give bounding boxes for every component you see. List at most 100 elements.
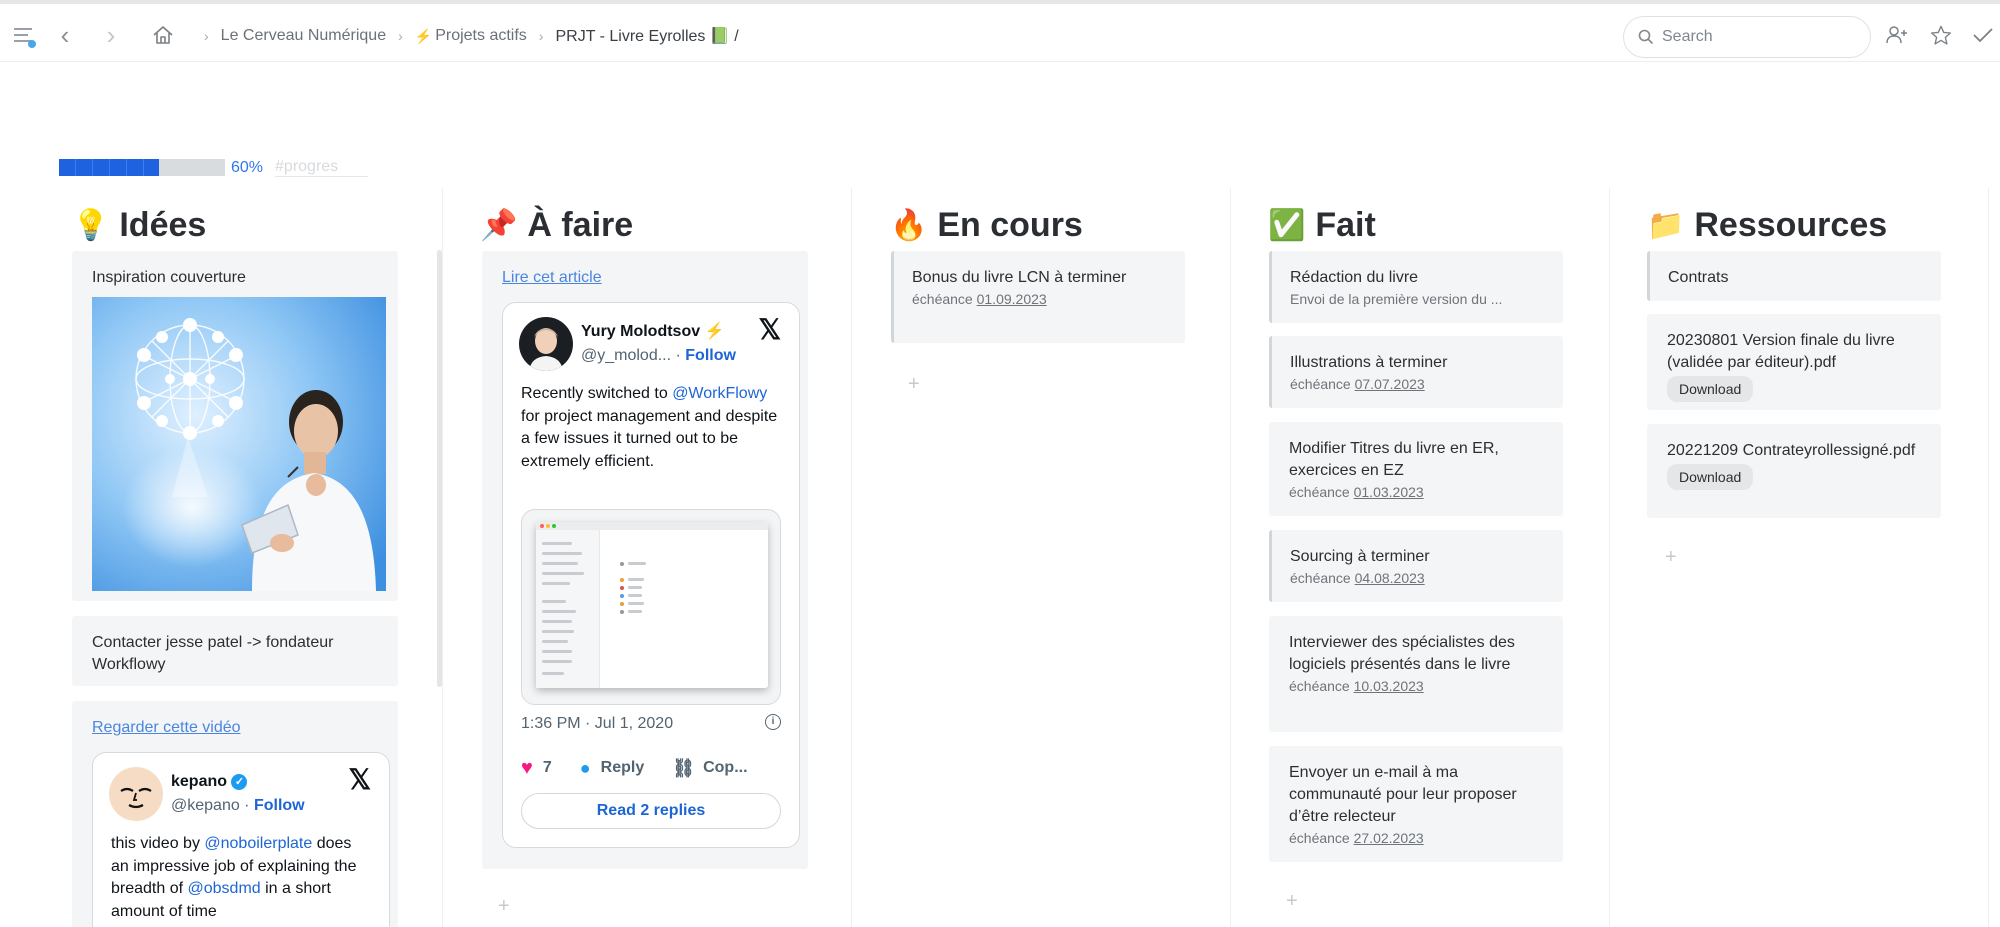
card-titres[interactable]: Modifier Titres du livre en ER, exercice… bbox=[1269, 422, 1563, 516]
tweet-author-name[interactable]: kepano ✓ bbox=[171, 771, 248, 793]
column-scrollbar[interactable] bbox=[437, 250, 442, 687]
column-divider bbox=[1988, 188, 1989, 927]
progress-tag[interactable]: #progres bbox=[275, 158, 369, 177]
card-sourcing[interactable]: Sourcing à terminer échéance 04.08.2023 bbox=[1269, 530, 1563, 602]
due-date-value[interactable]: 27.02.2023 bbox=[1354, 830, 1424, 846]
star-icon[interactable] bbox=[1928, 22, 1954, 48]
card-contact[interactable]: Contacter jesse patel -> fondateur Workf… bbox=[72, 616, 398, 686]
add-user-icon[interactable] bbox=[1884, 22, 1910, 48]
back-arrow-icon[interactable]: ‹ bbox=[52, 20, 78, 50]
card-title: Sourcing à terminer bbox=[1290, 548, 1430, 565]
avatar[interactable] bbox=[109, 767, 163, 821]
column-header: 📁 Ressources bbox=[1647, 206, 1887, 245]
card-title: Illustrations à terminer bbox=[1290, 354, 1448, 371]
breadcrumb-item-current[interactable]: PRJT - Livre Eyrolles 📗 / bbox=[555, 26, 738, 46]
due-date-value[interactable]: 01.03.2023 bbox=[1354, 484, 1424, 500]
author-name-text: kepano bbox=[171, 773, 228, 790]
follow-link[interactable]: Follow bbox=[254, 797, 305, 814]
due-date-value[interactable]: 04.08.2023 bbox=[1355, 570, 1425, 586]
card-file-contrat[interactable]: 20221209 Contrateyrollessigné.pdf Downlo… bbox=[1647, 424, 1941, 518]
x-logo-icon[interactable]: 𝕏 bbox=[348, 766, 371, 794]
column-title[interactable]: À faire bbox=[527, 206, 633, 245]
add-card-icon[interactable]: + bbox=[908, 373, 920, 396]
tweet-actions: ♥ 7 ● Reply ⛓ Cop... bbox=[521, 757, 748, 779]
lightning-icon: ⚡ bbox=[414, 27, 433, 44]
column-header: 💡 Idées bbox=[72, 206, 206, 245]
breadcrumb-item-projects[interactable]: Projets actifs bbox=[435, 27, 527, 45]
add-card-icon[interactable]: + bbox=[1665, 546, 1677, 569]
due-date: échéance 07.07.2023 bbox=[1290, 374, 1543, 394]
card-bonus[interactable]: Bonus du livre LCN à terminer échéance 0… bbox=[891, 251, 1185, 343]
due-date: échéance 27.02.2023 bbox=[1289, 828, 1543, 848]
search-box[interactable] bbox=[1623, 16, 1871, 58]
card-interviewer[interactable]: Interviewer des spécialistes des logicie… bbox=[1269, 616, 1563, 732]
author-name-text: Yury Molodtsov bbox=[581, 323, 701, 340]
due-label: échéance bbox=[1290, 376, 1351, 392]
mention-link[interactable]: @WorkFlowy bbox=[672, 385, 767, 402]
card-illustrations[interactable]: Illustrations à terminer échéance 07.07.… bbox=[1269, 336, 1563, 408]
x-logo-icon[interactable]: 𝕏 bbox=[758, 316, 781, 344]
column-header: ✅ Fait bbox=[1268, 206, 1376, 245]
card-title: Interviewer des spécialistes des logicie… bbox=[1289, 634, 1515, 673]
card-article[interactable]: Lire cet article Yury Molodtsov ⚡ @y_mol… bbox=[482, 251, 808, 869]
info-icon[interactable]: i bbox=[765, 714, 781, 730]
follow-link[interactable]: Follow bbox=[685, 347, 736, 364]
forward-arrow-icon[interactable]: › bbox=[98, 20, 124, 50]
add-card-icon[interactable]: + bbox=[1286, 890, 1298, 913]
card-video[interactable]: Regarder cette vidéo kepano ✓ @kepano · … bbox=[72, 701, 398, 927]
card-email[interactable]: Envoyer un e-mail à ma communauté pour l… bbox=[1269, 746, 1563, 862]
card-inspiration[interactable]: Inspiration couverture bbox=[72, 251, 398, 601]
column-title[interactable]: Idées bbox=[119, 206, 206, 245]
like-count[interactable]: 7 bbox=[543, 757, 552, 779]
heart-icon[interactable]: ♥ bbox=[521, 757, 533, 779]
chevron-right-icon: › bbox=[398, 28, 403, 44]
column-header: 📌 À faire bbox=[480, 206, 633, 245]
column-header: 🔥 En cours bbox=[890, 206, 1083, 245]
embedded-tweet[interactable]: kepano ✓ @kepano · Follow 𝕏 this video b… bbox=[92, 752, 390, 927]
download-button[interactable]: Download bbox=[1667, 464, 1754, 490]
tweet-text-part: for project management and despite a few… bbox=[521, 407, 778, 470]
copy-link-button[interactable]: Cop... bbox=[703, 757, 747, 779]
tweet-media-image[interactable] bbox=[521, 509, 781, 705]
video-link[interactable]: Regarder cette vidéo bbox=[92, 719, 241, 736]
checkmark-icon[interactable] bbox=[1970, 22, 1996, 48]
article-link[interactable]: Lire cet article bbox=[502, 269, 602, 286]
cover-image[interactable] bbox=[92, 297, 386, 591]
column-divider bbox=[851, 188, 852, 927]
read-replies-button[interactable]: Read 2 replies bbox=[521, 793, 781, 829]
avatar[interactable] bbox=[519, 317, 573, 371]
tweet-timestamp[interactable]: 1:36 PM · Jul 1, 2020 bbox=[521, 713, 673, 735]
column-en-cours: 🔥 En cours Bonus du livre LCN à terminer… bbox=[880, 188, 1220, 927]
chevron-right-icon: › bbox=[538, 28, 544, 44]
column-title[interactable]: Fait bbox=[1315, 206, 1375, 245]
card-file-version-finale[interactable]: 20230801 Version finale du livre (validé… bbox=[1647, 314, 1941, 410]
due-date-value[interactable]: 10.03.2023 bbox=[1354, 678, 1424, 694]
tweet-text: Recently switched to @WorkFlowy for proj… bbox=[521, 383, 781, 473]
card-contrats[interactable]: Contrats bbox=[1647, 251, 1941, 301]
breadcrumb-item-root[interactable]: Le Cerveau Numérique bbox=[221, 27, 386, 45]
download-button[interactable]: Download bbox=[1667, 376, 1754, 402]
card-redaction[interactable]: Rédaction du livre Envoi de la première … bbox=[1269, 251, 1563, 323]
due-date-value[interactable]: 07.07.2023 bbox=[1355, 376, 1425, 392]
add-card-icon[interactable]: + bbox=[498, 895, 510, 918]
home-icon[interactable] bbox=[150, 22, 176, 48]
reply-bubble-icon[interactable]: ● bbox=[580, 757, 591, 779]
embedded-tweet[interactable]: Yury Molodtsov ⚡ @y_molod... · Follow 𝕏 … bbox=[502, 302, 800, 848]
card-note: Envoi de la première version du ... bbox=[1290, 291, 1503, 307]
tweet-author-name[interactable]: Yury Molodtsov ⚡ bbox=[581, 321, 725, 343]
mention-link[interactable]: @obsdmd bbox=[188, 880, 261, 897]
reply-button[interactable]: Reply bbox=[601, 757, 645, 779]
due-date: échéance 01.03.2023 bbox=[1289, 482, 1543, 502]
column-title[interactable]: Ressources bbox=[1694, 206, 1887, 245]
sidebar-menu-icon[interactable] bbox=[10, 22, 36, 48]
progress-indicator: 60% #progres bbox=[59, 158, 369, 177]
search-input[interactable] bbox=[1662, 28, 1842, 46]
due-label: échéance bbox=[912, 291, 973, 307]
column-divider bbox=[1230, 188, 1231, 927]
column-title[interactable]: En cours bbox=[937, 206, 1082, 245]
due-date-value[interactable]: 01.09.2023 bbox=[977, 291, 1047, 307]
due-label: échéance bbox=[1289, 484, 1350, 500]
link-icon[interactable]: ⛓ bbox=[672, 757, 695, 779]
handle-text: @kepano bbox=[171, 797, 240, 814]
mention-link[interactable]: @noboilerplate bbox=[204, 835, 312, 852]
